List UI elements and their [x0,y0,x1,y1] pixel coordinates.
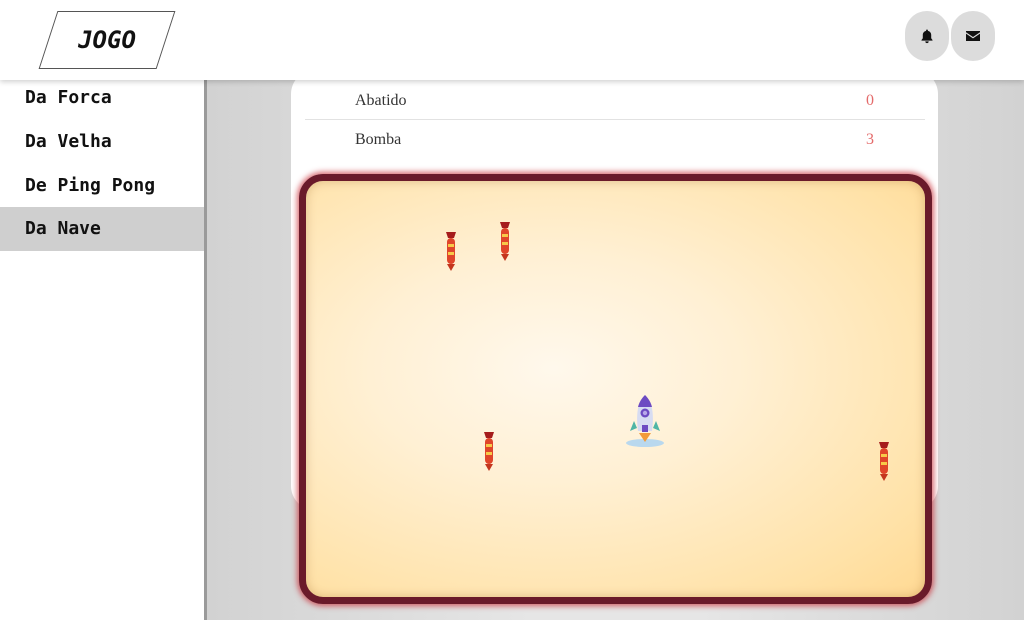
score-row-abatido: Abatido 0 [305,82,925,120]
bell-icon [921,29,933,44]
messages-button[interactable] [951,11,995,61]
sidebar: Da Forca Da Velha De Ping Pong Da Nave [0,80,204,620]
bomb-icon [500,222,510,261]
score-label: Bomba [355,131,402,148]
score-row-bomba: Bomba 3 [305,121,925,159]
notifications-button[interactable] [905,11,949,61]
score-value: 3 [866,131,874,148]
bomb-icon [879,442,889,481]
score-label: Abatido [355,92,407,109]
sidebar-item-de-ping-pong[interactable]: De Ping Pong [0,168,204,212]
top-header: JOGO [0,0,1024,80]
bomb-icon [446,232,456,271]
sidebar-item-da-forca[interactable]: Da Forca [0,80,204,124]
envelope-icon [966,31,980,41]
sidebar-item-da-nave[interactable]: Da Nave [0,207,204,251]
logo-text[interactable]: JOGO [62,11,152,69]
sidebar-item-da-velha[interactable]: Da Velha [0,124,204,168]
rocket-icon[interactable] [625,395,665,447]
game-board[interactable] [299,174,932,604]
score-value: 0 [866,92,874,109]
bomb-icon [484,432,494,471]
